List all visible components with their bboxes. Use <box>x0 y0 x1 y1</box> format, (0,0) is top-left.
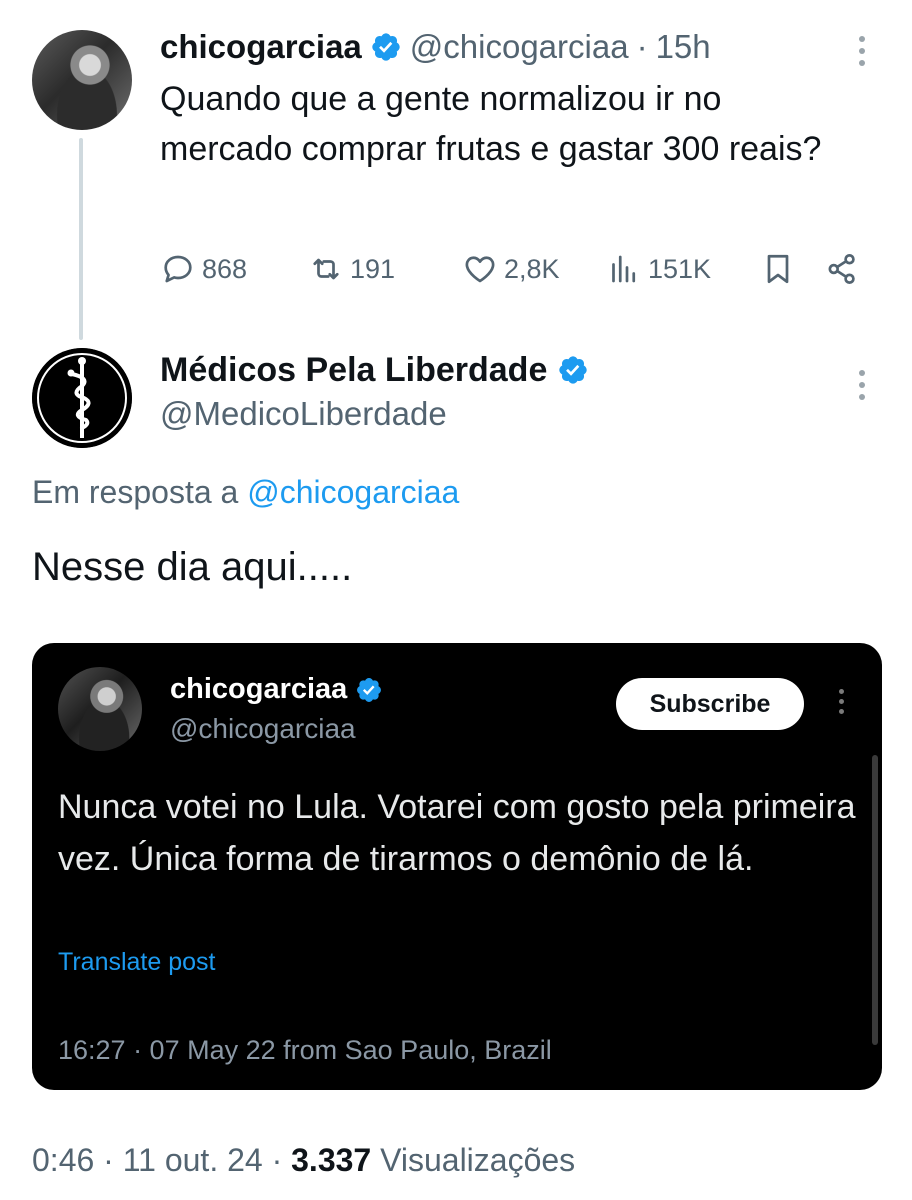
views-button[interactable]: 151K <box>606 246 711 292</box>
heart-icon <box>465 256 495 283</box>
separator-dot: · <box>271 1142 283 1178</box>
repost-icon <box>313 258 339 280</box>
more-options-icon[interactable] <box>857 36 867 66</box>
more-options-icon[interactable] <box>857 370 867 400</box>
reply-context: Em resposta a @chicogarciaa <box>32 474 459 511</box>
reply-count: 868 <box>202 253 248 284</box>
reply-tweet-text: Nesse dia aqui..... <box>32 545 353 589</box>
share-icon <box>828 254 855 284</box>
parent-timestamp[interactable]: 15h <box>656 28 711 66</box>
bookmark-icon <box>767 254 789 284</box>
translate-post-link: Translate post <box>58 948 216 976</box>
embedded-tweet-text: Nunca votei no Lula. Votarei com gosto p… <box>58 788 856 878</box>
embedded-display-name: chicogarciaa <box>170 673 348 705</box>
reply-display-name[interactable]: Médicos Pela Liberdade <box>160 351 547 390</box>
views-label: Visualizações <box>380 1142 576 1178</box>
tweet-thread: chicogarciaa @chicogarciaa · 15h Quando … <box>0 0 912 1200</box>
analytics-icon <box>612 255 636 283</box>
bookmark-button[interactable] <box>760 246 796 292</box>
like-button[interactable]: 2,8K <box>462 246 560 292</box>
embedded-author-header: chicogarciaa <box>170 673 383 706</box>
separator-dot: · <box>636 28 648 65</box>
parent-tweet-header: chicogarciaa @chicogarciaa · 15h <box>160 24 711 70</box>
separator-dot: · <box>103 1142 114 1178</box>
tweet-action-bar: 868 191 2,8K 151K <box>160 246 870 292</box>
reply-to-link[interactable]: @chicogarciaa <box>247 474 459 510</box>
thread-connector-line <box>79 138 83 340</box>
post-time[interactable]: 0:46 <box>32 1142 94 1178</box>
more-options-icon <box>836 689 846 714</box>
embedded-handle: @chicogarciaa <box>170 713 356 744</box>
chicogarciaa-avatar[interactable] <box>32 30 132 130</box>
repost-count: 191 <box>350 253 396 284</box>
attached-image[interactable]: chicogarciaa @chicogarciaa Subscribe Nun… <box>32 643 882 1090</box>
reply-icon <box>164 255 192 283</box>
reply-author-header: Médicos Pela Liberdade <box>160 347 589 393</box>
verified-badge-icon <box>357 677 382 702</box>
parent-handle[interactable]: @chicogarciaa <box>410 28 629 66</box>
subscribe-button: Subscribe <box>616 678 804 730</box>
repost-button[interactable]: 191 <box>308 246 395 292</box>
verified-badge-icon <box>559 356 588 384</box>
share-button[interactable] <box>824 246 860 292</box>
post-date[interactable]: 11 out. 24 <box>123 1142 263 1178</box>
reply-prefix: Em resposta a <box>32 474 239 510</box>
embedded-avatar <box>58 667 142 751</box>
verified-badge-icon <box>372 33 400 61</box>
parent-tweet-text: Quando que a gente normalizou ir no merc… <box>160 80 822 168</box>
reply-button[interactable]: 868 <box>160 246 247 292</box>
views-count: 151K <box>648 253 712 284</box>
caduceus-logo-icon <box>32 348 132 448</box>
embedded-scrollbar <box>872 755 878 1045</box>
reply-handle[interactable]: @MedicoLiberdade <box>160 395 447 433</box>
views-total: 3.337 <box>291 1142 372 1178</box>
embedded-timestamp-location: 16:27 · 07 May 22 from Sao Paulo, Brazil <box>58 1035 552 1065</box>
medicos-pela-liberdade-avatar[interactable] <box>32 348 132 448</box>
parent-display-name[interactable]: chicogarciaa <box>160 28 362 66</box>
tweet-meta-footer: 0:46 · 11 out. 24 · 3.337 Visualizações <box>32 1142 575 1179</box>
like-count: 2,8K <box>504 253 560 284</box>
